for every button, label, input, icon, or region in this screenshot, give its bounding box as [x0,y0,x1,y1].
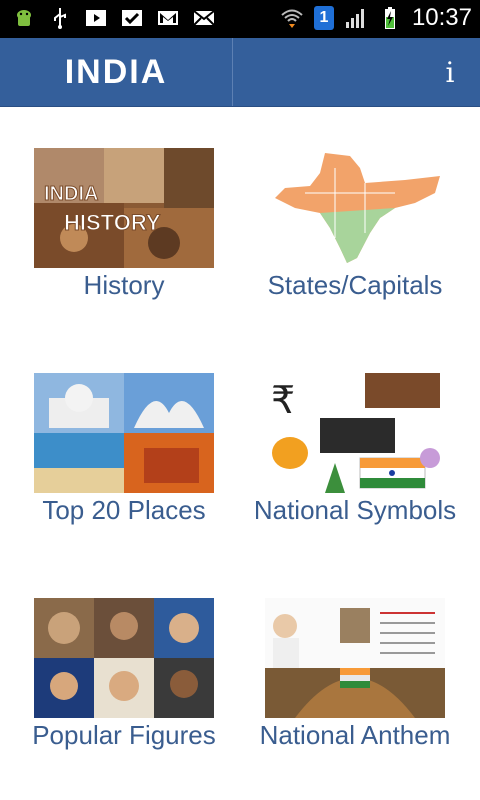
symbols-thumbnail: ₹ [265,373,445,493]
android-debug-icon [17,10,31,26]
menu-tile-national-anthem[interactable]: National Anthem [235,556,475,781]
menu-label-national-anthem: National Anthem [259,720,451,750]
task-check-icon [122,10,142,26]
media-play-icon [86,10,106,26]
history-thumb-text-2: HISTORY [64,210,161,235]
menu-tile-states-capitals[interactable]: States/Capitals [235,106,475,331]
places-thumbnail [34,373,214,493]
sim-icon: 1 [313,6,334,30]
states-map-thumbnail [265,148,445,268]
usb-icon [54,8,66,29]
svg-text:₹: ₹ [271,378,295,422]
menu-label-popular-figures: Popular Figures [32,720,216,750]
email-icon [193,10,215,26]
notification-icons [12,6,216,30]
status-bar: 1 10:37 [0,0,480,38]
gmail-icon [158,11,178,25]
menu-label-national-symbols: National Symbols [253,495,457,525]
battery-charging-icon [384,7,395,29]
figures-thumbnail [34,598,214,718]
menu-label-history: History [83,270,165,300]
signal-icon [345,9,364,28]
menu-label-top-places: Top 20 Places [42,495,206,525]
clock: 10:37 [411,4,472,31]
app-title: INDIA [64,52,168,91]
anthem-thumbnail [265,598,445,718]
menu-tile-top-places[interactable]: Top 20 Places [4,331,244,556]
history-thumb-text-1: INDIA [44,183,98,205]
menu-grid: INDIA HISTORY History States/Capitals To… [0,106,480,800]
action-bar-divider [232,38,233,106]
menu-tile-popular-figures[interactable]: Popular Figures [4,556,244,781]
info-button[interactable]: i [438,52,462,92]
menu-label-states-capitals: States/Capitals [267,270,443,300]
menu-tile-national-symbols[interactable]: ₹ National Symbols [235,331,475,556]
wifi-icon [281,9,303,28]
menu-tile-history[interactable]: INDIA HISTORY History [4,106,244,331]
history-thumbnail: INDIA HISTORY [34,148,214,268]
system-icons: 1 10:37 [280,4,472,32]
action-bar: INDIA i [0,38,480,107]
